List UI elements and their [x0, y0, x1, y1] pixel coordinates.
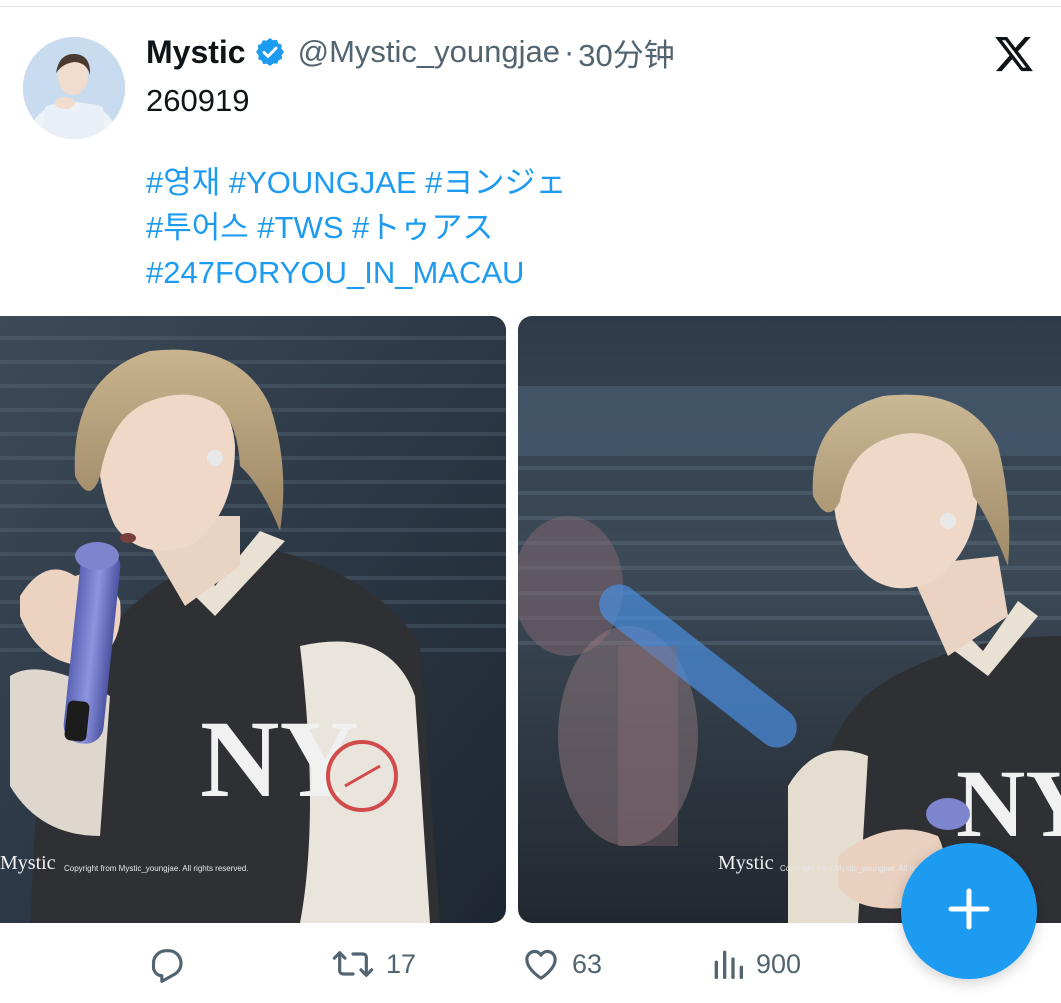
like-button[interactable]: 63	[520, 936, 602, 992]
post-time[interactable]: 30分钟	[578, 30, 674, 75]
svg-text:NY: NY	[200, 698, 359, 820]
views-icon	[710, 944, 746, 984]
retweet-count: 17	[386, 948, 417, 979]
hashtag-line[interactable]: #247FORYOU_IN_MACAU	[146, 250, 567, 295]
tweet-text: 260919	[146, 83, 250, 118]
like-count: 63	[572, 948, 603, 979]
heart-icon	[520, 944, 562, 984]
views-button[interactable]: 900	[710, 936, 801, 992]
retweet-icon	[330, 944, 376, 984]
tweet-header: Mystic @Mystic_youngjae · 30分钟	[146, 30, 675, 74]
svg-text:NY: NY	[956, 750, 1061, 857]
author-display-name[interactable]: Mystic	[146, 34, 246, 71]
watermark-name: Mystic	[0, 852, 56, 874]
action-bar: 17 63 900	[0, 936, 1061, 992]
media-photo-1[interactable]: NY Mystic Copyright from Mystic_youngjae…	[0, 316, 506, 923]
hashtag-block: #영재 #YOUNGJAE #ヨンジェ #투어스 #TWS #トゥアス #247…	[146, 160, 567, 295]
divider	[0, 6, 1061, 7]
hashtag-line[interactable]: #영재 #YOUNGJAE #ヨンジェ	[146, 160, 567, 205]
separator-dot: ·	[563, 34, 575, 69]
watermark-copyright: Copyright from Mystic_youngjae. All righ…	[64, 864, 249, 873]
hashtag-line[interactable]: #투어스 #TWS #トゥアス	[146, 205, 567, 250]
avatar[interactable]	[23, 37, 125, 139]
retweet-button[interactable]: 17	[330, 936, 416, 992]
watermark-name: Mystic	[718, 852, 774, 874]
author-handle[interactable]: @Mystic_youngjae	[298, 34, 560, 70]
x-logo-icon	[993, 33, 1035, 75]
reply-button[interactable]	[146, 936, 196, 992]
media-photo-2[interactable]: NY Mystic Copyright from Mystic_youngjae…	[518, 316, 1061, 923]
compose-button[interactable]	[901, 843, 1037, 979]
plus-icon	[947, 887, 991, 936]
views-count: 900	[756, 948, 802, 979]
verified-badge-icon	[254, 36, 286, 68]
tweet-card[interactable]: Mystic @Mystic_youngjae · 30分钟 260919 #영…	[0, 0, 1061, 1003]
reply-icon	[146, 944, 186, 984]
